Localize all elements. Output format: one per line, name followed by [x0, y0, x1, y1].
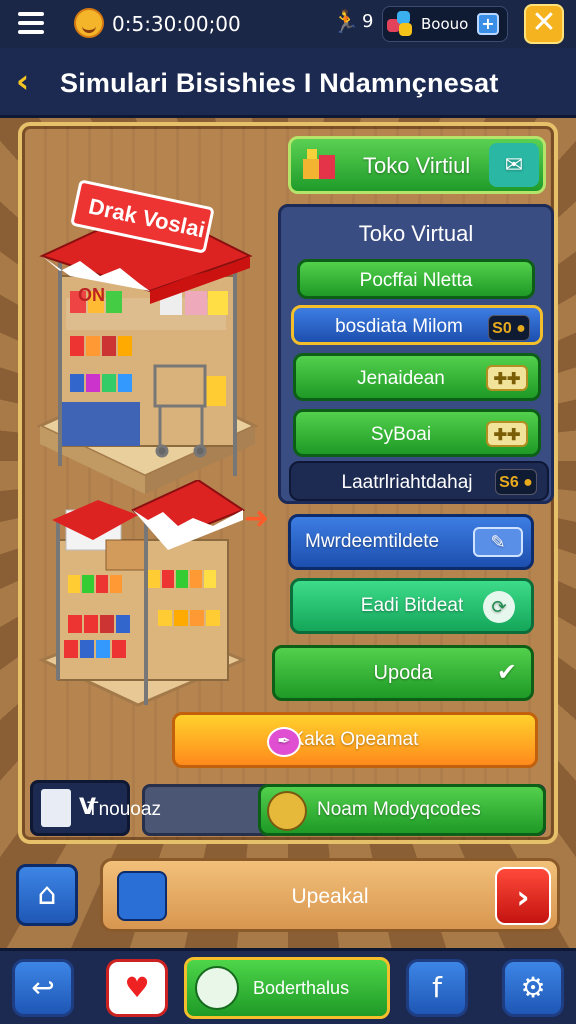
bodertbalus-button[interactable]: Boderthalus: [184, 957, 390, 1019]
menu-item-syboai[interactable]: SyBoai ✚✚: [293, 409, 541, 457]
coin-icon: [267, 791, 307, 831]
gear-icon[interactable]: ⚙: [502, 959, 564, 1017]
menu-item-label: Pocffai Nletta: [359, 270, 473, 291]
upoda-button[interactable]: Upoda ✔: [272, 645, 534, 701]
toko-virtual-menu: Toko Virtual Pocffai Nletta bosdiata Mil…: [278, 204, 554, 504]
menu-item-label: bosdiata Milom: [335, 316, 463, 337]
gem-counter: Boouo +: [382, 6, 508, 42]
toko-virtual-header-button[interactable]: Toko Virtiul ✉: [288, 136, 546, 194]
gem-value: Boouo: [421, 15, 469, 33]
title-bar: ‹ Simulari Bisishies I Ndamnçnesat: [0, 48, 576, 118]
compass-icon: [195, 966, 239, 1010]
home-icon: ⌂: [37, 877, 57, 912]
upeakal-label: Upeakal: [291, 885, 369, 908]
check-icon: ✔: [496, 659, 517, 686]
noam-modyqcodes-button[interactable]: Noam Modyqcodes: [258, 784, 546, 836]
eadi-label: Eadi Bitdeat: [360, 595, 464, 616]
document-icon: [41, 789, 71, 827]
close-button[interactable]: ✕: [524, 4, 564, 44]
arrow-right-icon: ➜: [244, 501, 270, 536]
menu-item-pocffai[interactable]: Pocffai Nletta: [297, 259, 535, 299]
chat-bubble-icon[interactable]: ✉: [489, 143, 539, 187]
smiley-clock-icon: [74, 8, 104, 38]
bottom-nav: ↩ ♥ Boderthalus f ⚙: [0, 948, 576, 1024]
coins-icon: ✚✚: [486, 421, 528, 447]
mwrdeemtildete-label: Mwrdeemtildete: [305, 531, 440, 552]
menu-item-laatrl[interactable]: Laatrlriahtdahaj S6 ●: [289, 461, 549, 501]
store-mini-sign: ON: [78, 285, 105, 305]
gift-icon[interactable]: ♥: [106, 959, 168, 1017]
kaka-label: Kaka Opeamat: [291, 729, 419, 750]
home-button[interactable]: ⌂: [16, 864, 78, 926]
upoda-label: Upoda: [373, 661, 433, 684]
runner-count: 9: [362, 11, 374, 32]
menu-item-jenaidean[interactable]: Jenaidean ✚✚: [293, 353, 541, 401]
edit-icon: ✎: [473, 527, 523, 557]
gift-box-icon: [303, 149, 335, 179]
coin-badge: S0 ●: [488, 315, 530, 341]
feather-icon: ✒: [267, 727, 301, 757]
menu-item-bosdiata[interactable]: bosdiata Milom S0 ●: [291, 305, 543, 345]
kaka-opeamat-button[interactable]: ✒ Kaka Opeamat: [172, 712, 538, 768]
add-gems-button[interactable]: +: [477, 13, 499, 35]
chevron-left-icon[interactable]: ‹: [16, 62, 29, 100]
mwrdeemtildete-button[interactable]: Mwrdeemtildete ✎: [288, 514, 534, 570]
upper-store-illustration: Drak Voslai ON: [36, 180, 259, 494]
next-arrow-button[interactable]: ›: [495, 867, 551, 925]
back-arrow-icon[interactable]: ↩: [12, 959, 74, 1017]
tnouoaz-label: Tnouoaz: [87, 799, 161, 820]
noam-label: Noam Modyqcodes: [317, 799, 481, 820]
bodertbalus-label: Boderthalus: [253, 978, 350, 998]
facebook-icon[interactable]: f: [406, 959, 468, 1017]
lower-store-illustration: [38, 480, 247, 707]
gems-icon: [387, 11, 415, 39]
coins-icon: ✚✚: [486, 365, 528, 391]
status-bar: 0:5:30:00;00 🏃 9 Boouo + ✕: [0, 0, 576, 48]
refresh-icon: ⟳: [483, 591, 515, 623]
page-title: Simulari Bisishies I Ndamnçnesat: [60, 68, 499, 98]
action-bar: Upeakal ›: [100, 858, 560, 932]
coin-badge: S6 ●: [495, 469, 537, 495]
menu-title: Toko Virtual: [358, 221, 474, 246]
eadi-bitdeat-button[interactable]: Eadi Bitdeat ⟳: [290, 578, 534, 634]
toko-header-label: Toko Virtiul: [363, 153, 471, 178]
runner-icon: 🏃: [332, 10, 360, 35]
clock-readout: 0:5:30:00;00: [112, 12, 241, 36]
hamburger-menu-icon[interactable]: [18, 12, 44, 34]
